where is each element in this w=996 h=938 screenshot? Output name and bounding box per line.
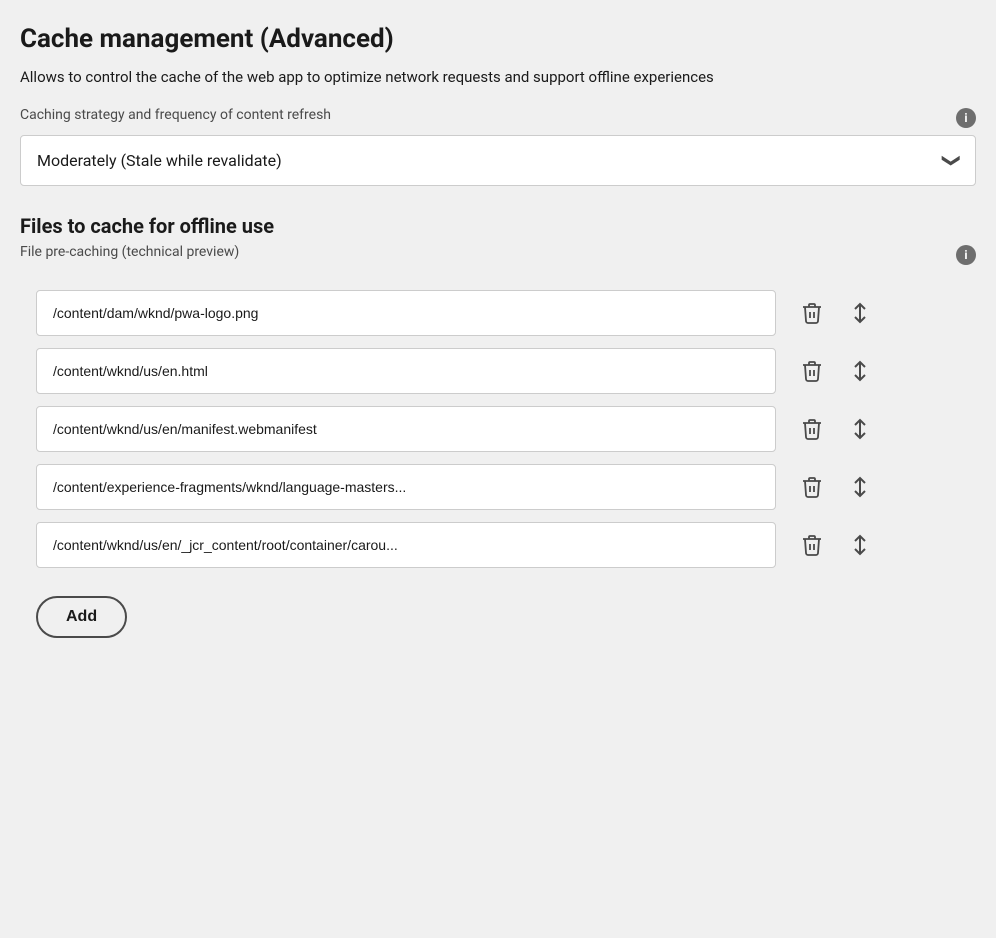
delete-button-2[interactable] bbox=[796, 355, 828, 387]
dropdown-selected-value: Moderately (Stale while revalidate) bbox=[37, 151, 282, 170]
delete-button-3[interactable] bbox=[796, 413, 828, 445]
sort-icon bbox=[848, 533, 872, 557]
delete-button-5[interactable] bbox=[796, 529, 828, 561]
trash-icon bbox=[800, 533, 824, 557]
file-input-3[interactable] bbox=[36, 406, 776, 452]
delete-button-4[interactable] bbox=[796, 471, 828, 503]
file-item bbox=[36, 406, 960, 452]
trash-icon bbox=[800, 359, 824, 383]
page-description: Allows to control the cache of the web a… bbox=[20, 66, 976, 89]
sort-icon bbox=[848, 417, 872, 441]
reorder-button-3[interactable] bbox=[844, 413, 876, 445]
page-title: Cache management (Advanced) bbox=[20, 24, 976, 54]
add-button[interactable]: Add bbox=[36, 596, 127, 638]
file-input-2[interactable] bbox=[36, 348, 776, 394]
file-item bbox=[36, 522, 960, 568]
reorder-button-5[interactable] bbox=[844, 529, 876, 561]
file-actions-5 bbox=[796, 529, 876, 561]
caching-info-icon[interactable]: i bbox=[956, 108, 976, 128]
caching-strategy-label: Caching strategy and frequency of conten… bbox=[20, 107, 331, 123]
file-actions-1 bbox=[796, 297, 876, 329]
chevron-down-icon: ❯ bbox=[941, 152, 962, 167]
sort-icon bbox=[848, 301, 872, 325]
file-input-1[interactable] bbox=[36, 290, 776, 336]
file-actions-4 bbox=[796, 471, 876, 503]
file-actions-3 bbox=[796, 413, 876, 445]
files-section-title: Files to cache for offline use bbox=[20, 214, 976, 238]
caching-strategy-dropdown[interactable]: Moderately (Stale while revalidate) ❯ bbox=[20, 135, 976, 186]
reorder-button-4[interactable] bbox=[844, 471, 876, 503]
delete-button-1[interactable] bbox=[796, 297, 828, 329]
file-item bbox=[36, 348, 960, 394]
sort-icon bbox=[848, 475, 872, 499]
files-list-container: Add bbox=[20, 274, 976, 654]
file-input-5[interactable] bbox=[36, 522, 776, 568]
trash-icon bbox=[800, 475, 824, 499]
file-item bbox=[36, 464, 960, 510]
file-precaching-label: File pre-caching (technical preview) bbox=[20, 244, 239, 260]
trash-icon bbox=[800, 417, 824, 441]
reorder-button-1[interactable] bbox=[844, 297, 876, 329]
file-input-4[interactable] bbox=[36, 464, 776, 510]
file-precaching-info-icon[interactable]: i bbox=[956, 245, 976, 265]
file-actions-2 bbox=[796, 355, 876, 387]
file-item bbox=[36, 290, 960, 336]
caching-strategy-dropdown-wrapper: Moderately (Stale while revalidate) ❯ bbox=[20, 135, 976, 186]
sort-icon bbox=[848, 359, 872, 383]
reorder-button-2[interactable] bbox=[844, 355, 876, 387]
trash-icon bbox=[800, 301, 824, 325]
